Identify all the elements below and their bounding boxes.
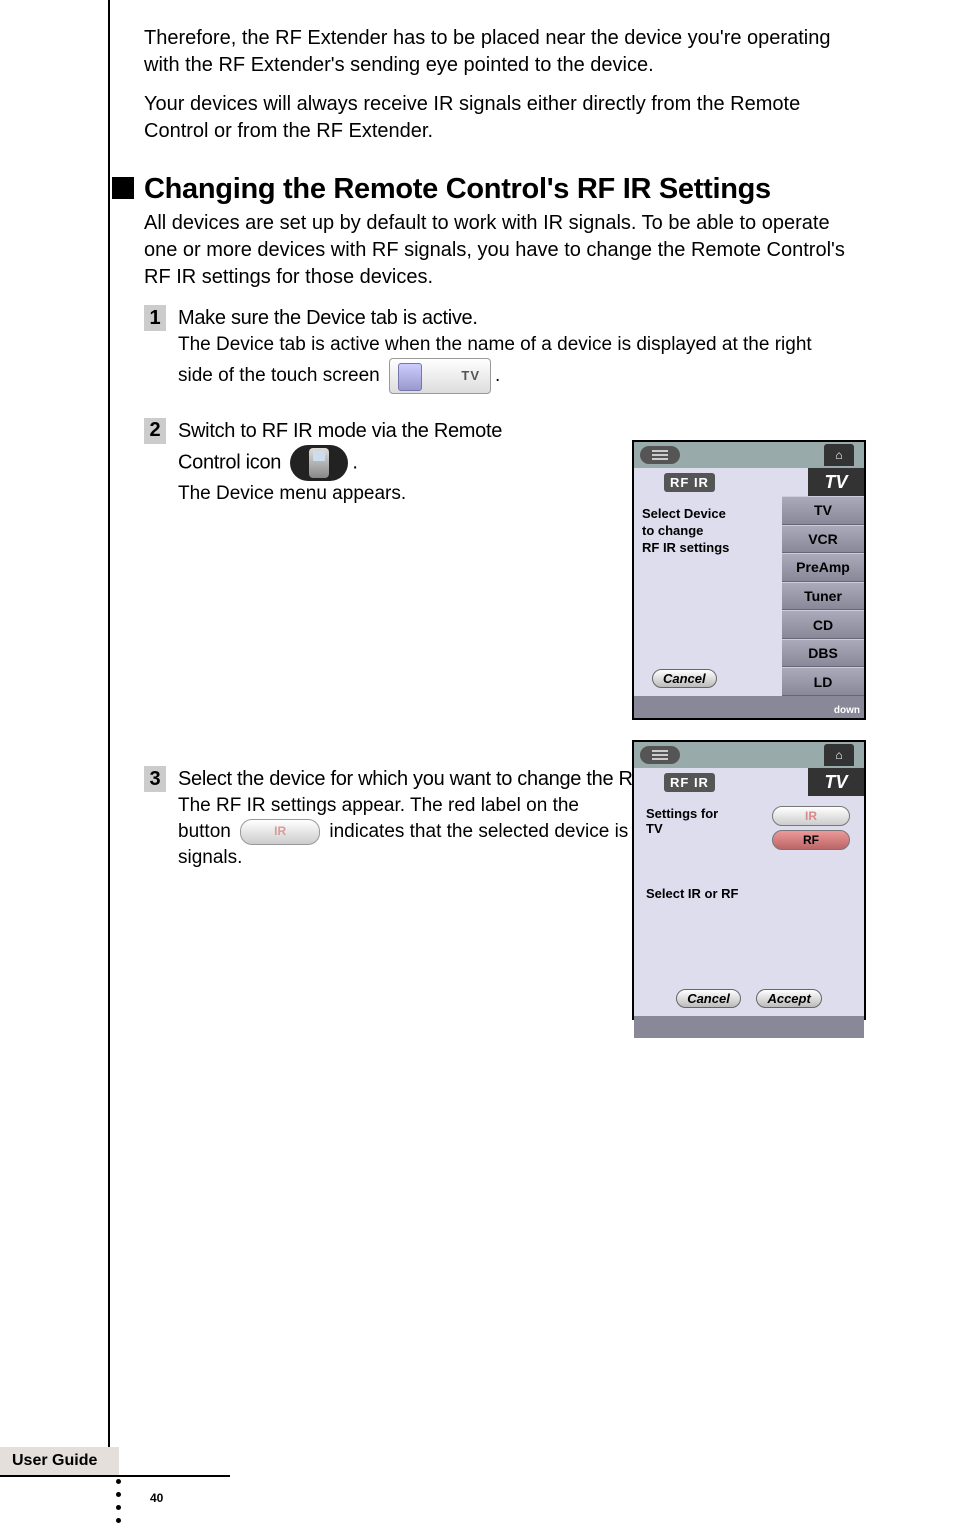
- step-1: 1 Make sure the Device tab is active. Th…: [144, 305, 864, 394]
- figure-rf-ir-settings: ⌂ RF IR TV Settings for TV IR RF Select …: [632, 740, 866, 1020]
- device-item-cd[interactable]: CD: [782, 610, 864, 639]
- step-1-lead: Make sure the Device tab is active.: [178, 305, 864, 332]
- step-1-number: 1: [144, 305, 166, 331]
- user-guide-label: User Guide: [0, 1447, 119, 1475]
- cancel-button[interactable]: Cancel: [676, 989, 741, 1008]
- footer: User Guide 40: [0, 1447, 240, 1477]
- step-1-sub-b: side of the touch screen: [178, 365, 380, 386]
- intro-p2: Your devices will always receive IR sign…: [144, 91, 864, 145]
- home-icon[interactable]: ⌂: [824, 744, 854, 766]
- fig1-prompt-l1: Select Device: [642, 506, 774, 521]
- device-item-tuner[interactable]: Tuner: [782, 582, 864, 611]
- tv-tab[interactable]: TV: [808, 768, 864, 796]
- tv-tab[interactable]: TV: [808, 468, 864, 496]
- section-heading: Changing the Remote Control's RF IR Sett…: [144, 173, 864, 206]
- page-number: 40: [150, 1491, 163, 1505]
- select-ir-rf-label: Select IR or RF: [646, 886, 852, 901]
- step-1-sub-a: The Device tab is active when the name o…: [178, 334, 812, 355]
- device-item-tv[interactable]: TV: [782, 496, 864, 525]
- fig1-prompt-l2: to change: [642, 523, 774, 538]
- step-2-lead-c: .: [352, 451, 357, 473]
- step-3-sub-b: button: [178, 821, 231, 842]
- section-intro: All devices are set up by default to wor…: [144, 210, 864, 291]
- step-3-number: 3: [144, 766, 166, 792]
- ir-option-button[interactable]: IR: [772, 806, 850, 826]
- footer-rule: [0, 1475, 230, 1477]
- step-2-lead-a: Switch to RF IR mode via the Remote: [178, 420, 502, 442]
- settings-device-name: TV: [646, 821, 663, 836]
- menu-icon[interactable]: [640, 446, 680, 464]
- left-rule: [108, 0, 110, 1470]
- intro-p1: Therefore, the RF Extender has to be pla…: [144, 25, 864, 79]
- device-list: TV VCR PreAmp Tuner CD DBS LD: [782, 496, 864, 696]
- step-2-number: 2: [144, 418, 166, 444]
- remote-control-icon: [290, 445, 348, 481]
- step-1-sub-c: .: [495, 365, 500, 386]
- fig1-prompt: Select Device to change RF IR settings: [634, 496, 782, 696]
- down-label[interactable]: down: [834, 705, 860, 716]
- device-item-preamp[interactable]: PreAmp: [782, 553, 864, 582]
- footer-dots: [116, 1479, 121, 1523]
- fig1-prompt-l3: RF IR settings: [642, 540, 774, 555]
- figure-device-menu: ⌂ RF IR TV Select Device to change RF IR…: [632, 440, 866, 720]
- section-marker: [112, 177, 134, 199]
- cancel-button[interactable]: Cancel: [652, 669, 717, 688]
- rf-ir-tag: RF IR: [664, 773, 715, 792]
- step-3-sub-a: The RF IR settings appear. The red label…: [178, 795, 579, 816]
- device-item-dbs[interactable]: DBS: [782, 639, 864, 668]
- ir-button-icon: [240, 819, 320, 845]
- accept-button[interactable]: Accept: [756, 989, 821, 1008]
- step-1-sub: The Device tab is active when the name o…: [178, 332, 864, 394]
- settings-for-text: Settings for: [646, 806, 718, 821]
- device-item-vcr[interactable]: VCR: [782, 525, 864, 554]
- device-item-ld[interactable]: LD: [782, 667, 864, 696]
- menu-icon[interactable]: [640, 746, 680, 764]
- home-icon[interactable]: ⌂: [824, 444, 854, 466]
- rf-ir-tag: RF IR: [664, 473, 715, 492]
- device-tab-icon: [389, 358, 491, 394]
- step-2-lead-b: Control icon: [178, 451, 281, 473]
- rf-option-button[interactable]: RF: [772, 830, 850, 850]
